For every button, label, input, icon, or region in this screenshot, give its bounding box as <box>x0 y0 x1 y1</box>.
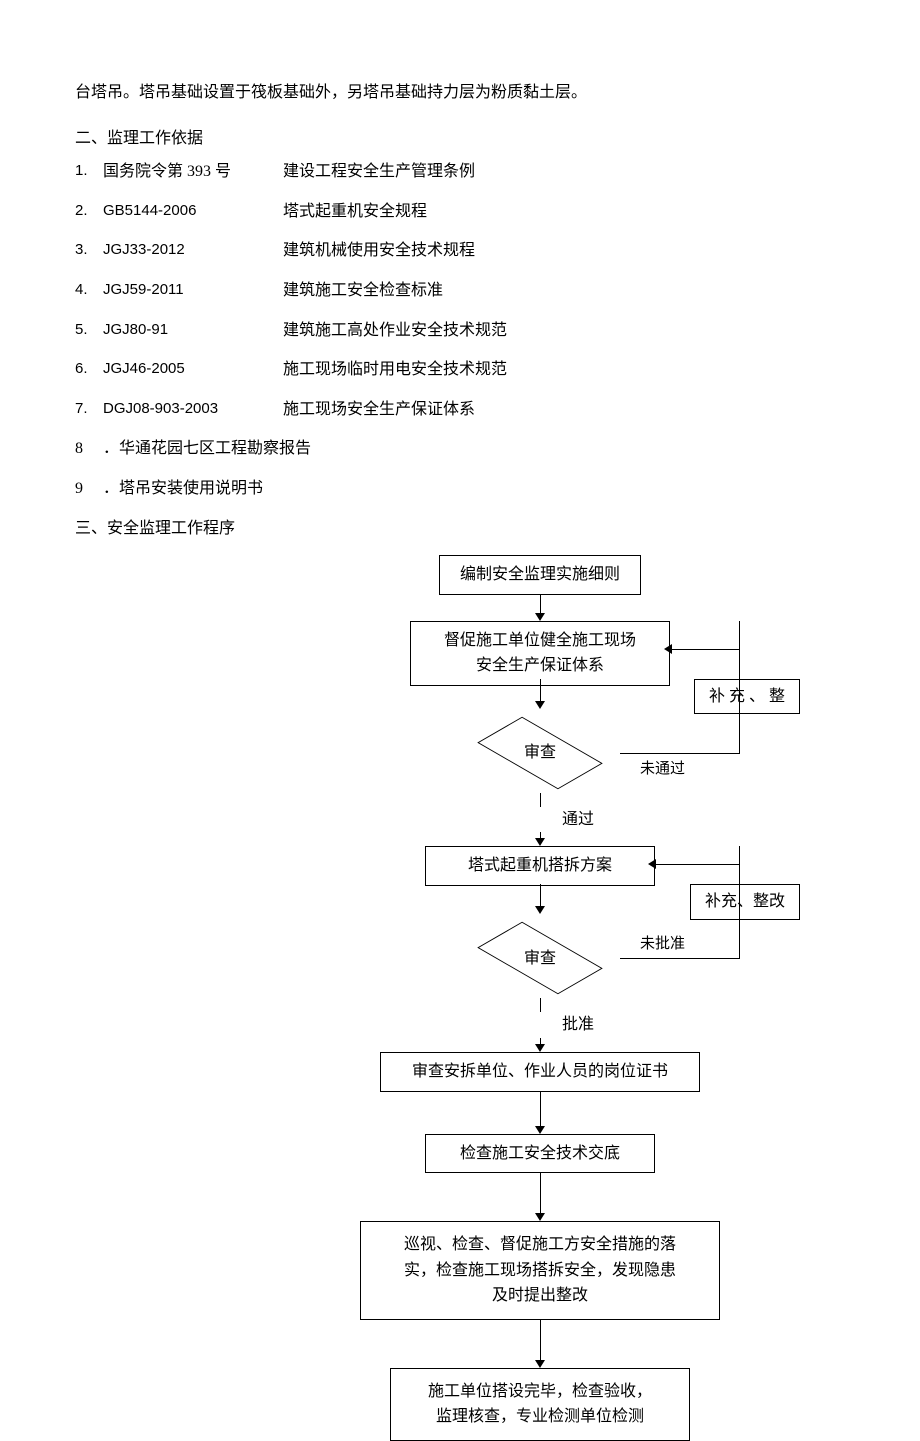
ref-row: 4. JGJ59-2011 建筑施工安全检查标准 <box>75 278 845 304</box>
ref-name: 施工现场安全生产保证体系 <box>283 397 475 423</box>
ref-code: DGJ08-903-2003 <box>103 397 283 423</box>
flow-box-4: 审查安拆单位、作业人员的岗位证书 <box>380 1052 700 1092</box>
section-2-title: 二、监理工作依据 <box>75 126 845 152</box>
connector-line <box>672 649 740 650</box>
arrow-down-icon <box>535 1038 545 1052</box>
arrow-down-icon <box>535 884 545 914</box>
ref-name: 建筑施工高处作业安全技术规范 <box>283 318 507 344</box>
arrow-down-icon <box>535 1320 545 1368</box>
arrow-left-icon <box>664 644 672 654</box>
ref-num: 2. <box>75 199 103 225</box>
connector-line <box>739 846 740 884</box>
ref-num: 1. <box>75 159 103 185</box>
item-8: 8 ．华通花园七区工程勘察报告 <box>75 436 845 462</box>
flow-box-2-line2: 安全生产保证体系 <box>431 653 649 679</box>
flow-box-7-line1: 施工单位搭设完毕，检查验收， <box>411 1379 669 1405</box>
arrow-down-icon <box>535 1173 545 1221</box>
arrow-down-icon <box>535 679 545 709</box>
flow-box-3: 塔式起重机搭拆方案 <box>425 846 655 886</box>
ref-row: 5. JGJ80-91 建筑施工高处作业安全技术规范 <box>75 318 845 344</box>
item-9: 9 ．塔吊安装使用说明书 <box>75 476 845 502</box>
flow-pass-1-label: 通过 <box>562 807 594 833</box>
ref-num: 4. <box>75 278 103 304</box>
ref-row: 3. JGJ33-2012 建筑机械使用安全技术规程 <box>75 238 845 264</box>
connector-line <box>620 753 740 754</box>
item-num: 8 <box>75 436 103 462</box>
ref-num: 7. <box>75 397 103 423</box>
flow-diamond-1-label: 审查 <box>524 740 556 766</box>
arrow-down-icon <box>535 1092 545 1134</box>
flow-box-6-line3: 及时提出整改 <box>381 1283 699 1309</box>
item-text: ．华通花园七区工程勘察报告 <box>103 436 311 462</box>
connector-line <box>739 679 740 753</box>
ref-row: 2. GB5144-2006 塔式起重机安全规程 <box>75 199 845 225</box>
flow-diamond-2-label: 审查 <box>524 946 556 972</box>
connector-line <box>620 958 740 959</box>
connector-line <box>739 621 740 679</box>
ref-code: JGJ59-2011 <box>103 278 283 304</box>
ref-name: 塔式起重机安全规程 <box>283 199 427 225</box>
flow-box-5: 检查施工安全技术交底 <box>425 1134 655 1174</box>
flow-side-box-2: 补充、整改 <box>690 884 800 920</box>
ref-num: 3. <box>75 238 103 264</box>
ref-code: JGJ33-2012 <box>103 238 283 264</box>
ref-name: 建筑机械使用安全技术规程 <box>283 238 475 264</box>
ref-code: JGJ80-91 <box>103 318 283 344</box>
ref-code: GB5144-2006 <box>103 199 283 225</box>
flow-side-box-1: 补 充 、 整 <box>694 679 800 715</box>
ref-num: 6. <box>75 357 103 383</box>
ref-name: 施工现场临时用电安全技术规范 <box>283 357 507 383</box>
ref-row: 7. DGJ08-903-2003 施工现场安全生产保证体系 <box>75 397 845 423</box>
arrow-down-icon <box>535 595 545 621</box>
flow-box-2: 督促施工单位健全施工现场 安全生产保证体系 <box>410 621 670 686</box>
flow-pass-2-label: 批准 <box>562 1012 594 1038</box>
flow-box-2-line1: 督促施工单位健全施工现场 <box>431 628 649 654</box>
flow-box-6-line2: 实，检查施工现场搭拆安全，发现隐患 <box>381 1258 699 1284</box>
flow-box-1: 编制安全监理实施细则 <box>439 555 641 595</box>
flow-fail-2-label: 未批准 <box>640 932 685 956</box>
ref-num: 5. <box>75 318 103 344</box>
flowchart: 编制安全监理实施细则 督促施工单位健全施工现场 安全生产保证体系 补 充 、 整… <box>235 555 845 1441</box>
intro-text: 台塔吊。塔吊基础设置于筏板基础外，另塔吊基础持力层为粉质黏土层。 <box>75 80 845 106</box>
item-text: ．塔吊安装使用说明书 <box>103 476 263 502</box>
ref-code: 国务院令第 393 号 <box>103 159 283 185</box>
arrow-down-icon <box>535 832 545 846</box>
ref-row: 1. 国务院令第 393 号 建设工程安全生产管理条例 <box>75 159 845 185</box>
section-3-title: 三、安全监理工作程序 <box>75 516 845 542</box>
flow-box-6-line1: 巡视、检查、督促施工方安全措施的落 <box>381 1232 699 1258</box>
flow-box-7: 施工单位搭设完毕，检查验收， 监理核查，专业检测单位检测 <box>390 1368 690 1441</box>
item-num: 9 <box>75 476 103 502</box>
arrow-left-icon <box>648 859 656 869</box>
arrow-down-icon <box>540 793 541 807</box>
flow-box-6: 巡视、检查、督促施工方安全措施的落 实，检查施工现场搭拆安全，发现隐患 及时提出… <box>360 1221 720 1320</box>
ref-row: 6. JGJ46-2005 施工现场临时用电安全技术规范 <box>75 357 845 383</box>
connector-line <box>656 864 740 865</box>
ref-code: JGJ46-2005 <box>103 357 283 383</box>
arrow-down-icon <box>540 998 541 1012</box>
flow-box-7-line2: 监理核查，专业检测单位检测 <box>411 1404 669 1430</box>
flow-fail-1-label: 未通过 <box>640 757 685 781</box>
ref-name: 建设工程安全生产管理条例 <box>283 159 475 185</box>
connector-line <box>739 884 740 958</box>
references-list: 1. 国务院令第 393 号 建设工程安全生产管理条例 2. GB5144-20… <box>75 159 845 422</box>
ref-name: 建筑施工安全检查标准 <box>283 278 443 304</box>
